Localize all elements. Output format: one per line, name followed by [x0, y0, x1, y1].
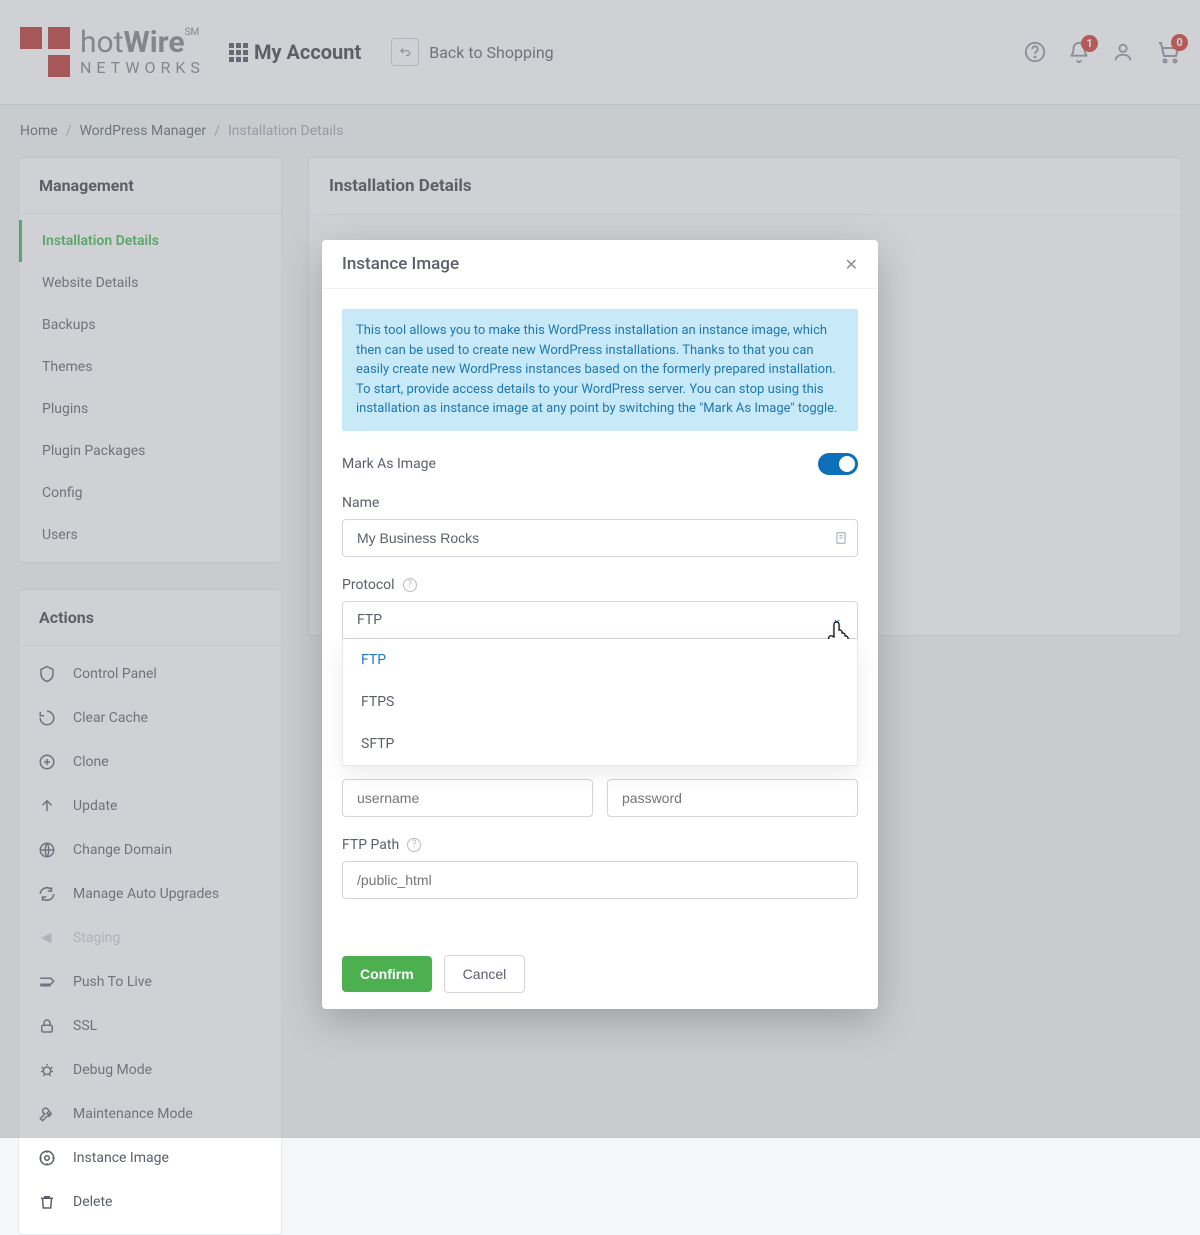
instance-image-modal: Instance Image ✕ This tool allows you to… — [322, 240, 878, 1009]
name-label: Name — [342, 495, 858, 511]
dropdown-item-ftp[interactable]: FTP — [343, 639, 857, 681]
action-label: Instance Image — [73, 1150, 169, 1166]
instance-image-icon — [37, 1148, 57, 1168]
action-instance-image[interactable]: Instance Image — [19, 1136, 281, 1180]
input-note-icon — [834, 531, 848, 545]
dropdown-item-ftps[interactable]: FTPS — [343, 681, 857, 723]
help-icon[interactable]: ? — [407, 838, 421, 852]
modal-info-text: This tool allows you to make this WordPr… — [342, 309, 858, 431]
cancel-button[interactable]: Cancel — [444, 955, 526, 993]
dropdown-item-sftp[interactable]: SFTP — [343, 723, 857, 765]
delete-icon — [37, 1192, 57, 1212]
help-icon[interactable]: ? — [403, 578, 417, 592]
close-icon[interactable]: ✕ — [845, 255, 858, 274]
password-input[interactable] — [607, 779, 858, 817]
mark-as-image-toggle[interactable] — [818, 453, 858, 475]
username-input[interactable] — [342, 779, 593, 817]
mark-as-image-label: Mark As Image — [342, 456, 436, 472]
protocol-dropdown: FTP FTPS SFTP — [342, 639, 858, 766]
modal-title: Instance Image — [342, 254, 459, 274]
confirm-button[interactable]: Confirm — [342, 956, 432, 992]
action-delete[interactable]: Delete — [19, 1180, 281, 1224]
protocol-label: Protocol — [342, 577, 395, 593]
name-input[interactable] — [342, 519, 858, 557]
protocol-select[interactable]: FTP ⌄ — [342, 601, 858, 639]
action-label: Delete — [73, 1194, 112, 1210]
ftp-path-input[interactable] — [342, 861, 858, 899]
ftp-path-label: FTP Path — [342, 837, 399, 853]
